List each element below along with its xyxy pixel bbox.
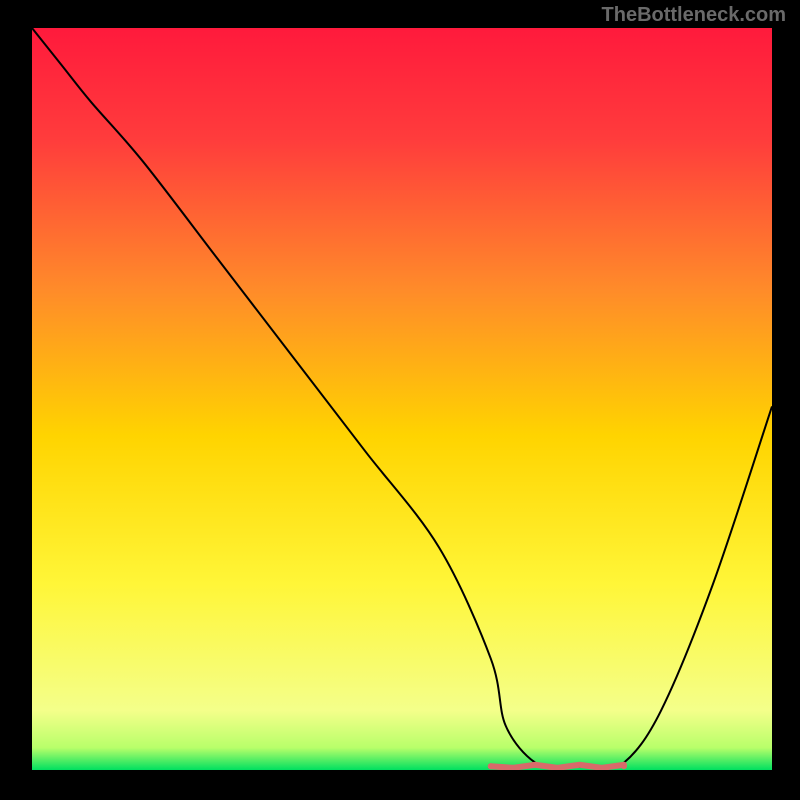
gradient-background [32, 28, 772, 770]
chart-svg [32, 28, 772, 770]
chart-plot-area [32, 28, 772, 770]
watermark-label: TheBottleneck.com [602, 4, 786, 27]
